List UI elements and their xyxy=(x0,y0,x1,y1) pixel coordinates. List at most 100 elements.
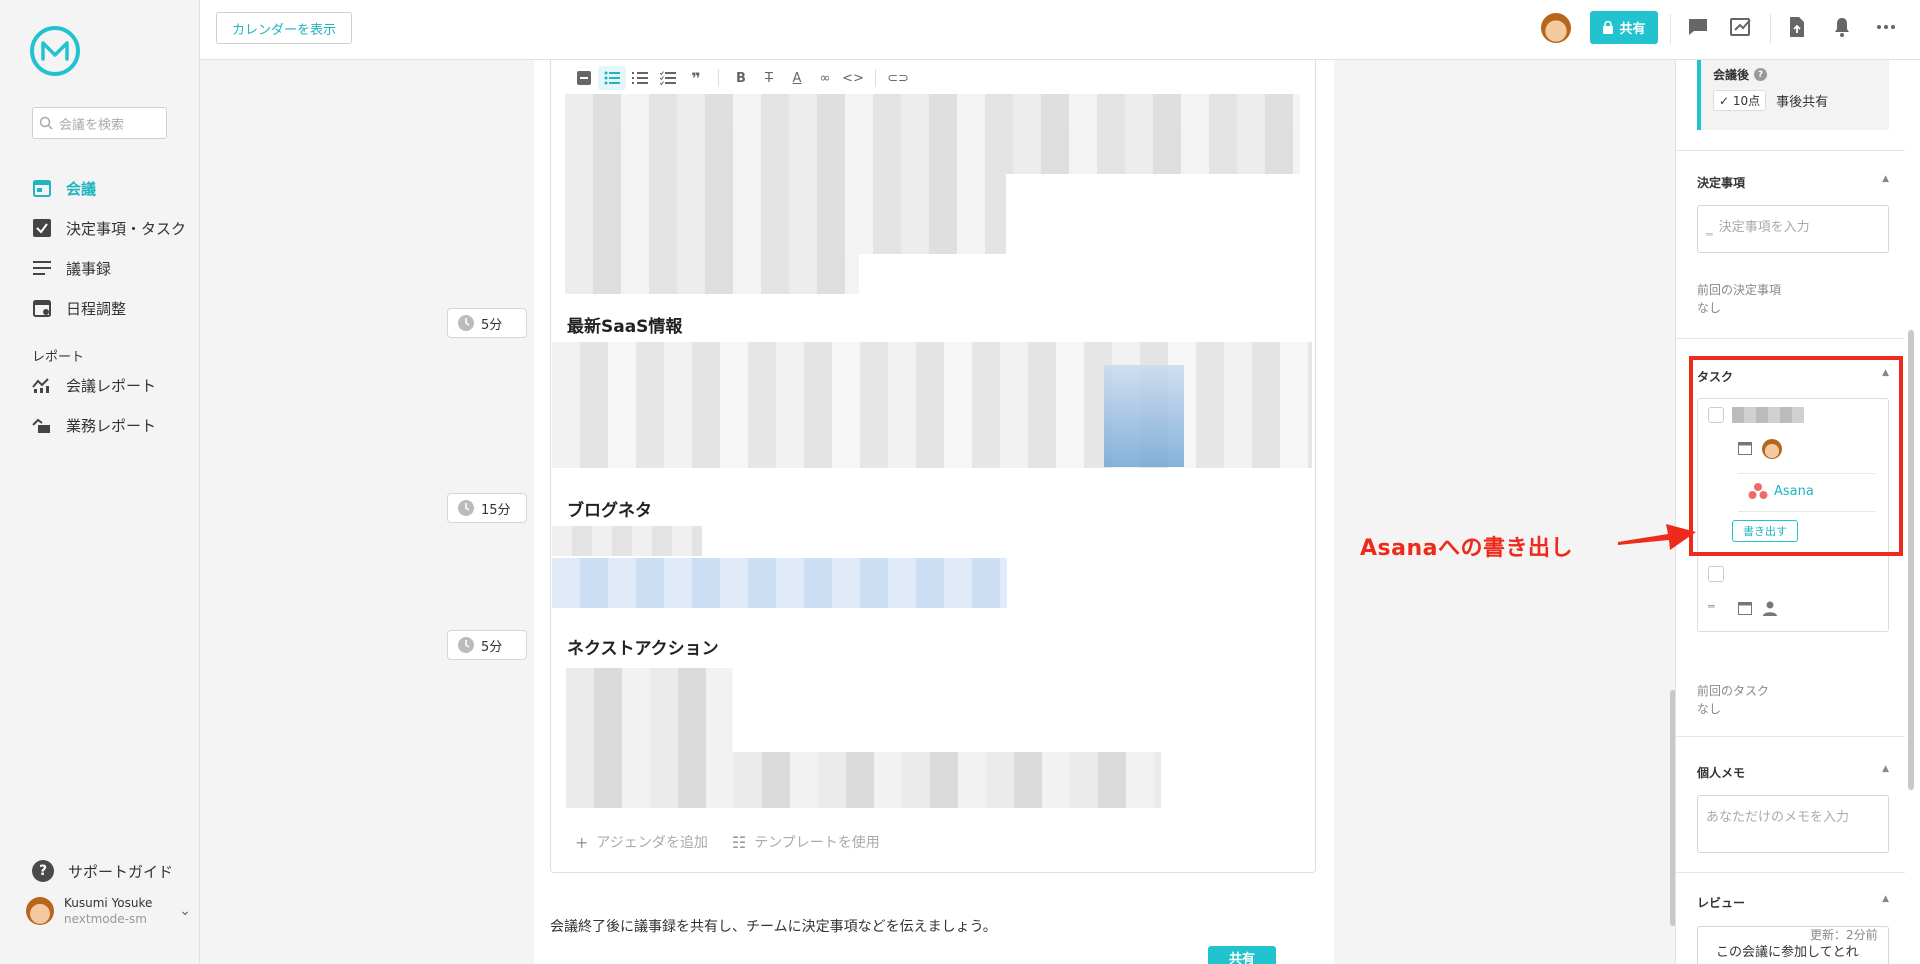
decisions-section: 決定事項 ▲ ═ 決定事項を入力 前回の決定事項 なし xyxy=(1697,174,1889,317)
app-logo[interactable] xyxy=(30,26,80,76)
avatar[interactable] xyxy=(1541,13,1571,43)
prev-tasks-label: 前回のタスク xyxy=(1697,684,1770,698)
calendar-icon[interactable] xyxy=(1738,601,1752,615)
clock-icon xyxy=(458,637,474,653)
footer-share-button[interactable]: 共有 xyxy=(1208,946,1276,964)
lock-icon xyxy=(1603,21,1614,34)
divider-tool-button[interactable] xyxy=(570,66,598,90)
caret-up-icon[interactable]: ▲ xyxy=(1882,894,1889,911)
search-placeholder: 会議を検索 xyxy=(59,117,125,133)
agenda-section-title[interactable]: ネクストアクション xyxy=(567,634,719,659)
nav-item-meeting-report[interactable]: 会議レポート xyxy=(32,365,192,405)
duration-label: 15分 xyxy=(481,502,511,518)
bullet-list-button[interactable] xyxy=(598,66,626,90)
caret-up-icon[interactable]: ▲ xyxy=(1882,764,1889,781)
divider xyxy=(1770,14,1771,44)
lines-icon xyxy=(32,258,52,278)
memo-input[interactable]: あなただけのメモを入力 xyxy=(1697,795,1889,853)
editor-toolbar: ❞ B T A ∞ <> ⊂⊃ xyxy=(570,66,912,90)
checklist-button[interactable] xyxy=(654,66,682,90)
code-icon: <> xyxy=(842,70,864,86)
numbered-list-button[interactable] xyxy=(626,66,654,90)
nav-item-minutes[interactable]: 議事録 xyxy=(32,248,192,288)
after-meeting-title: 会議後 xyxy=(1713,68,1750,82)
caret-up-icon[interactable]: ▲ xyxy=(1882,174,1889,191)
bold-button[interactable]: B xyxy=(727,66,755,90)
divider xyxy=(1675,150,1905,151)
prev-tasks-value: なし xyxy=(1697,702,1722,716)
nav-item-label: 決定事項・タスク xyxy=(66,219,187,238)
quote-button[interactable]: ❞ xyxy=(682,66,710,90)
link-button[interactable]: ∞ xyxy=(811,66,839,90)
prev-decisions-label: 前回の決定事項 xyxy=(1697,283,1782,297)
user-org: nextmode-sm xyxy=(64,912,147,926)
duration-badge[interactable]: 5分 xyxy=(447,308,527,338)
nav-item-decisions-tasks[interactable]: 決定事項・タスク xyxy=(32,208,192,248)
use-template-button[interactable]: テンプレートを使用 xyxy=(754,832,880,852)
person-icon[interactable] xyxy=(1762,600,1778,616)
duration-badge[interactable]: 15分 xyxy=(447,493,527,523)
agenda-actions: + アジェンダを追加 ☷ テンプレートを使用 xyxy=(575,832,880,852)
edit-chart-icon[interactable] xyxy=(1729,15,1753,39)
code-button[interactable]: <> xyxy=(839,66,867,90)
nav-item-scheduling[interactable]: 日程調整 xyxy=(32,288,192,328)
nav-item-work-report[interactable]: 業務レポート xyxy=(32,405,192,445)
nav-item-label: 日程調整 xyxy=(66,299,127,318)
strikethrough-button[interactable]: T xyxy=(755,66,783,90)
right-panel-scrollbar[interactable] xyxy=(1908,330,1914,790)
share-label: 共有 xyxy=(1619,22,1646,37)
chart-icon xyxy=(32,415,52,435)
share-button[interactable]: 共有 xyxy=(1590,11,1658,44)
add-agenda-button[interactable]: アジェンダを追加 xyxy=(596,832,707,852)
duration-badge[interactable]: 5分 xyxy=(447,630,527,660)
duration-label: 5分 xyxy=(481,317,503,333)
numbered-list-icon xyxy=(632,72,648,84)
review-section: レビュー ▲ xyxy=(1697,894,1889,911)
toolbar-divider xyxy=(875,69,876,87)
annotation-highlight-box xyxy=(1689,356,1903,556)
nav-item-meetings[interactable]: 会議 xyxy=(32,168,192,208)
paperclip-icon: ⊂⊃ xyxy=(887,70,909,86)
footer-message: 会議終了後に議事録を共有し、チームに決定事項などを伝えましょう。 xyxy=(550,919,997,935)
drag-handle-icon[interactable]: ═ xyxy=(1708,600,1715,613)
calendar-icon xyxy=(32,178,52,198)
divider xyxy=(1675,338,1905,339)
help-icon[interactable]: ? xyxy=(1754,68,1768,81)
chevron-down-icon: ⌄ xyxy=(179,903,191,919)
agenda-section-title[interactable]: ブログネタ xyxy=(567,496,652,521)
meeting-search-input[interactable]: 会議を検索 xyxy=(32,107,167,139)
plus-icon: + xyxy=(575,832,589,852)
divider xyxy=(1670,14,1671,44)
support-guide-link[interactable]: ? サポートガイド xyxy=(32,860,173,882)
after-meeting-box: 会議後 ? ✓ 10点 事後共有 xyxy=(1697,60,1889,130)
logo-icon xyxy=(41,41,69,61)
clock-icon xyxy=(458,315,474,331)
link-icon: ∞ xyxy=(819,70,831,86)
nav-item-label: 業務レポート xyxy=(66,416,157,435)
text-color-button[interactable]: A xyxy=(783,66,811,90)
agenda-section-title[interactable]: 最新SaaS情報 xyxy=(567,312,682,337)
new-task-card[interactable]: ═ xyxy=(1697,556,1889,632)
nav-item-label: 会議 xyxy=(66,179,97,198)
report-section-title: レポート xyxy=(32,350,85,365)
bold-icon: B xyxy=(736,70,746,86)
user-menu[interactable]: Kusumi Yosuke nextmode-sm ⌄ xyxy=(26,896,191,926)
avatar xyxy=(26,897,54,925)
attach-button[interactable]: ⊂⊃ xyxy=(884,66,912,90)
search-icon xyxy=(39,116,53,130)
quote-icon: ❞ xyxy=(691,68,701,88)
blurred-image xyxy=(1104,365,1184,467)
checklist-icon xyxy=(660,71,676,85)
bell-icon[interactable] xyxy=(1830,15,1854,39)
more-icon[interactable] xyxy=(1874,15,1898,39)
export-file-icon[interactable] xyxy=(1785,15,1809,39)
checkbox-icon xyxy=(32,218,52,238)
comment-icon[interactable] xyxy=(1686,15,1710,39)
task-checkbox[interactable] xyxy=(1708,566,1724,582)
decision-input[interactable]: ═ 決定事項を入力 xyxy=(1697,205,1889,253)
duration-label: 5分 xyxy=(481,639,503,655)
chart-icon xyxy=(32,375,52,395)
show-calendar-button[interactable]: カレンダーを表示 xyxy=(216,12,352,44)
toolbar-divider xyxy=(718,69,719,87)
bullet-list-icon xyxy=(604,71,620,85)
